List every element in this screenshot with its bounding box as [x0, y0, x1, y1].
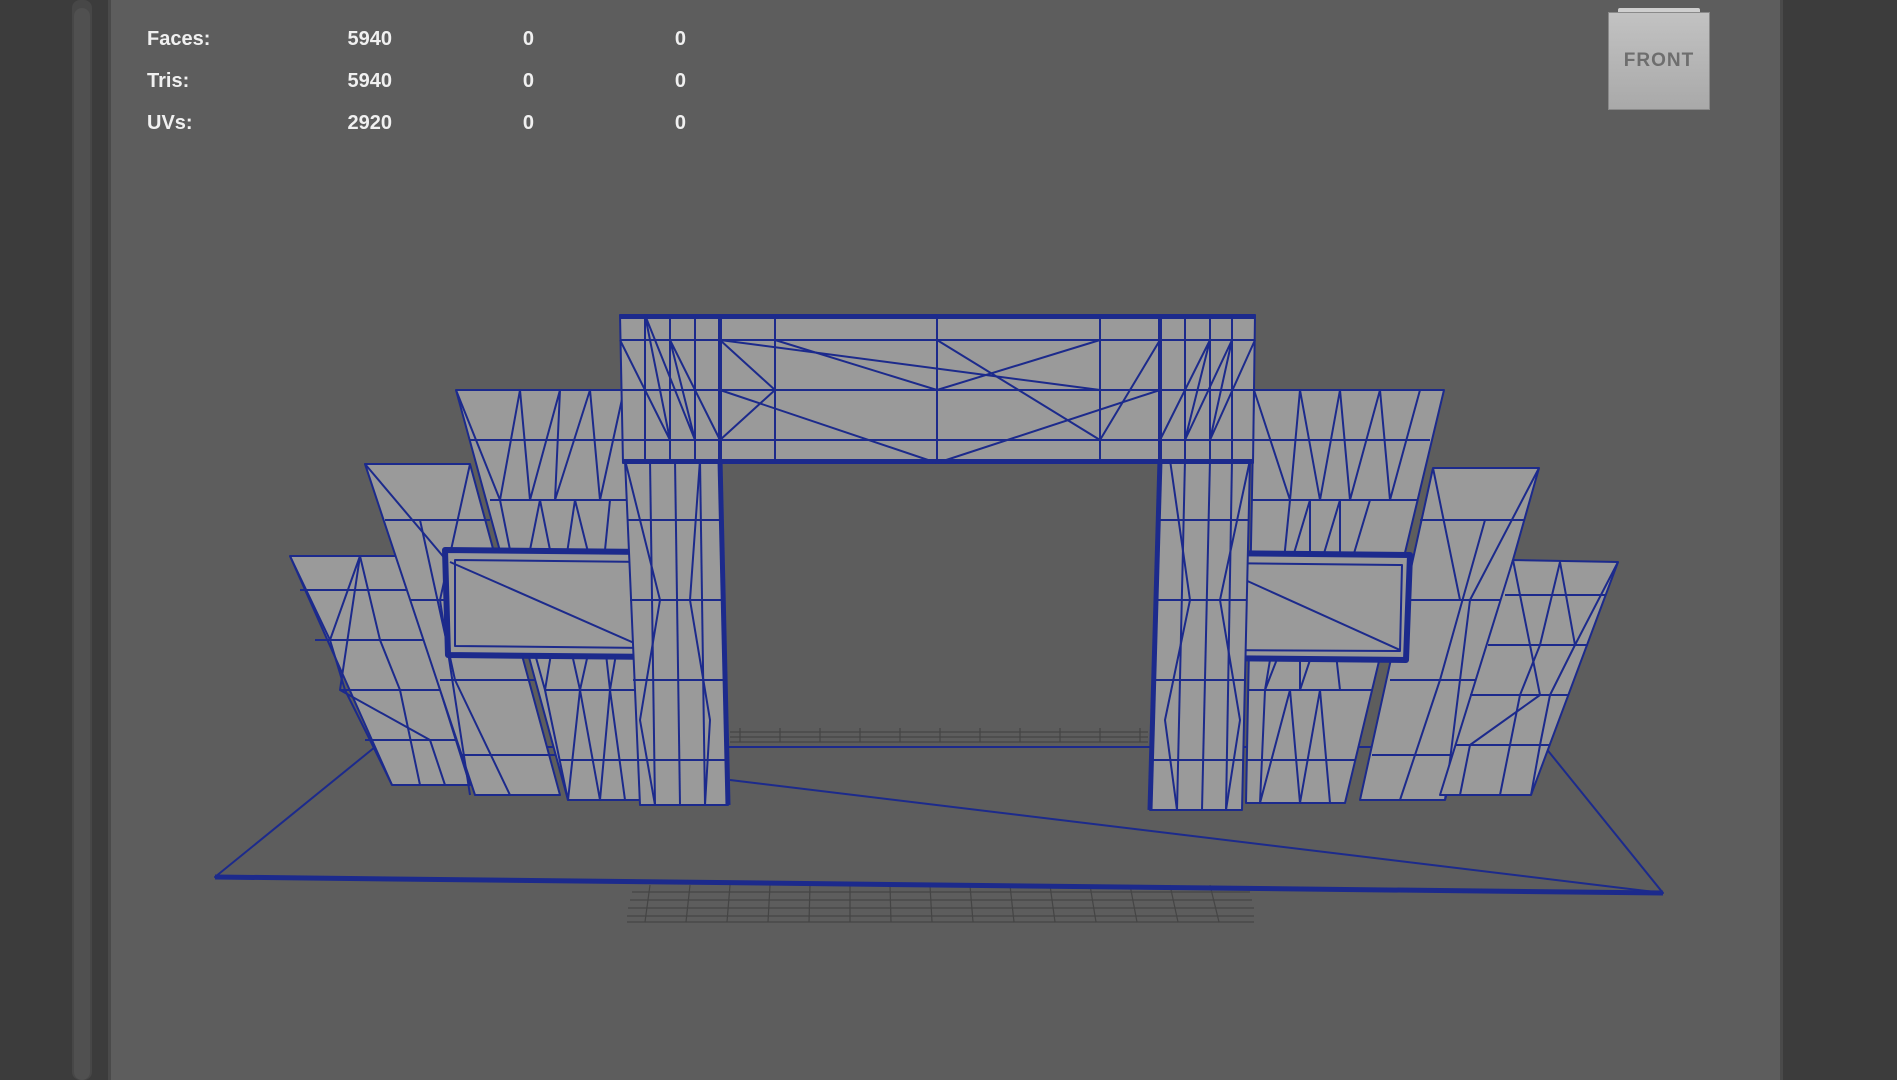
hud-label-uvs: UVs: [147, 111, 193, 134]
hud-value: 0 [522, 69, 534, 92]
hud-value: 0 [522, 27, 534, 50]
hud-value: 0 [674, 69, 686, 92]
hud-value: 0 [674, 111, 686, 134]
right-pillar [1147, 459, 1251, 811]
view-cube-icon[interactable]: FRONT [1608, 8, 1710, 110]
left-panel [0, 0, 108, 1080]
hud-row-tris: Tris: 5940 0 0 [147, 60, 686, 102]
poly-count-hud: Faces: 5940 0 0 Tris: 5940 0 0 UVs: 2920… [147, 18, 686, 144]
hud-value: 0 [522, 111, 534, 134]
hud-value: 2920 [347, 111, 393, 134]
left-screen [442, 547, 663, 660]
right-panel [1783, 0, 1897, 1080]
scrollbar-thumb[interactable] [74, 8, 90, 1080]
hud-value: 0 [674, 27, 686, 50]
left-pillar [624, 459, 731, 806]
top-beam [619, 314, 1256, 464]
hud-label-tris: Tris: [147, 69, 190, 92]
hud-row-uvs: UVs: 2920 0 0 [147, 102, 686, 144]
hud-row-faces: Faces: 5940 0 0 [147, 18, 686, 60]
floor-grid-front [627, 884, 1254, 923]
hud-label-faces: Faces: [147, 27, 211, 50]
hud-value: 5940 [347, 69, 393, 92]
floor-grid-back [730, 728, 1148, 743]
scene-wireframe[interactable] [111, 0, 1780, 1080]
hud-value: 5940 [347, 27, 393, 50]
3d-viewport[interactable]: Faces: 5940 0 0 Tris: 5940 0 0 UVs: 2920… [108, 0, 1783, 1080]
view-cube-front-face[interactable]: FRONT [1608, 12, 1710, 110]
